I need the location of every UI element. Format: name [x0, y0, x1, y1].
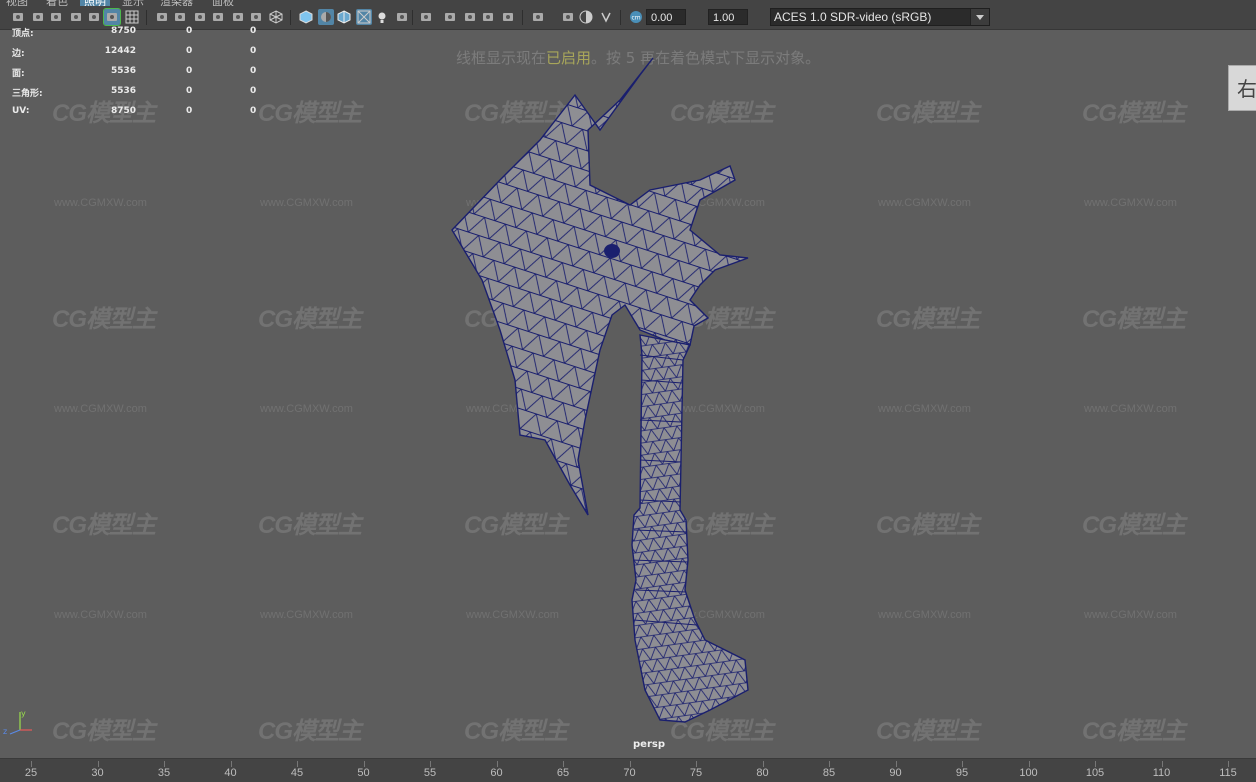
timeline-frame-label: 45 — [290, 767, 304, 779]
timeline-frame-label: 105 — [1085, 767, 1105, 779]
timeline-frame-label: 90 — [889, 767, 902, 779]
view-cube-label: 右 — [1237, 77, 1256, 101]
handle-wire — [632, 335, 748, 722]
timeline-frame-label: 30 — [91, 767, 104, 779]
y-axis-label: y — [21, 709, 26, 718]
timeline-frame-label: 100 — [1019, 767, 1038, 779]
axe-mesh-wireframe[interactable] — [0, 0, 1256, 781]
timeline-frame-label: 65 — [556, 767, 570, 779]
view-cube[interactable]: 右 — [1228, 65, 1256, 111]
axe-blade — [451, 57, 749, 516]
timeline-frame-label: 50 — [357, 767, 370, 779]
camera-name: persp — [633, 739, 665, 750]
eye-socket — [604, 244, 620, 258]
z-axis — [9, 729, 21, 735]
axis-gizmo: y z — [3, 709, 32, 736]
z-axis-label: z — [3, 727, 7, 736]
timeline-frame-label: 85 — [822, 767, 836, 779]
time-slider[interactable]: 25 30 35 40 45 50 55 60 65 70 75 80 85 90 95 100 105 110 1… — [0, 758, 1256, 782]
timeline-frame-label: 55 — [423, 767, 437, 779]
timeline-frame-label: 115 — [1219, 767, 1237, 779]
timeline-frame-label: 35 — [157, 767, 171, 779]
timeline-frame-label: 40 — [224, 767, 237, 779]
timeline-frame-label: 110 — [1152, 767, 1171, 779]
timeline-frame-label: 80 — [756, 767, 769, 779]
timeline-frame-label: 95 — [955, 767, 969, 779]
timeline-frame-label: 60 — [490, 767, 503, 779]
timeline-frame-label: 75 — [689, 767, 703, 779]
blade-wire — [452, 58, 748, 515]
axe-handle — [631, 334, 749, 723]
timeline-frame-label: 25 — [24, 767, 38, 779]
timeline-frame-label: 70 — [623, 767, 636, 779]
